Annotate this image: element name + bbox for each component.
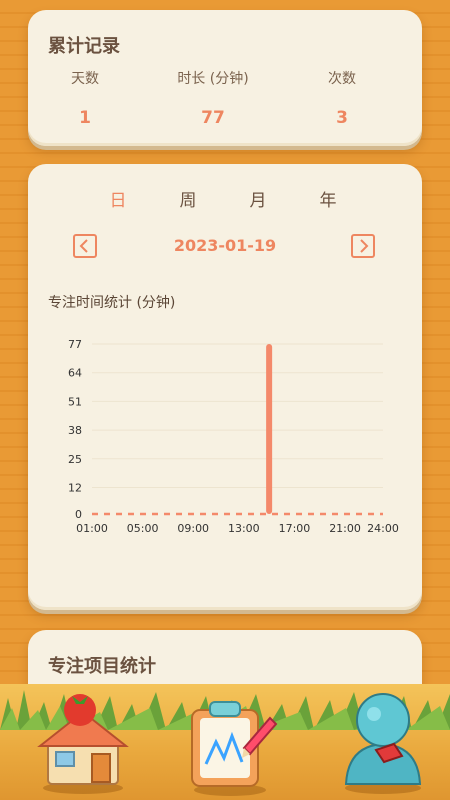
- stat-duration: 时长 (分钟) 77: [148, 68, 278, 128]
- stat-duration-label: 时长 (分钟): [177, 71, 249, 87]
- chevron-right-icon: [360, 239, 369, 253]
- chart-bar: [266, 344, 273, 514]
- y-tick-label: 25: [68, 453, 82, 466]
- x-tick-label: 09:00: [177, 522, 209, 535]
- chart-title: 专注时间统计 (分钟): [48, 295, 176, 311]
- x-tick-label: 21:00: [329, 522, 361, 535]
- x-tick-label: 13:00: [228, 522, 260, 535]
- stat-days-label: 天数: [71, 71, 99, 87]
- tab-day[interactable]: 日: [98, 186, 138, 211]
- x-tick-label: 24:00: [367, 522, 399, 535]
- tab-week[interactable]: 周: [168, 186, 208, 211]
- stat-count: 次数 3: [277, 68, 407, 128]
- x-tick-label: 05:00: [127, 522, 159, 535]
- next-date-button[interactable]: [351, 234, 375, 258]
- x-tick-label: 01:00: [76, 522, 108, 535]
- y-tick-label: 51: [68, 395, 82, 408]
- summary-card: 累计记录 天数 1 时长 (分钟) 77 次数 3: [28, 10, 422, 146]
- chart-card: 日 周 月 年 2023-01-19 专注时间统计 (分钟) 77 64 51 38 2…: [28, 164, 422, 610]
- x-tick-label: 17:00: [279, 522, 311, 535]
- user-avatar-icon[interactable]: [338, 688, 428, 794]
- tab-year[interactable]: 年: [308, 186, 348, 211]
- house-tomato-icon[interactable]: [34, 690, 132, 794]
- y-tick-label: 77: [68, 338, 82, 351]
- projects-title: 专注项目统计: [48, 656, 156, 677]
- y-tick-label: 38: [68, 424, 82, 437]
- y-tick-label: 0: [75, 508, 82, 521]
- focus-time-chart: 77 64 51 38 25 12 001:00 05:00 09:00 13:00 17:00 21…: [68, 338, 399, 535]
- y-tick-label: 64: [68, 367, 82, 380]
- tab-month[interactable]: 月: [238, 186, 278, 211]
- stat-count-value: 3: [336, 108, 348, 128]
- clipboard-chart-icon[interactable]: [184, 692, 280, 796]
- summary-title: 累计记录: [48, 36, 120, 57]
- stat-count-label: 次数: [328, 71, 356, 87]
- stat-days: 天数 1: [20, 68, 150, 128]
- stat-duration-value: 77: [201, 108, 225, 128]
- period-tabs: 日 周 月 年: [28, 186, 422, 211]
- y-tick-label: 12: [68, 482, 82, 495]
- stat-days-value: 1: [79, 108, 91, 128]
